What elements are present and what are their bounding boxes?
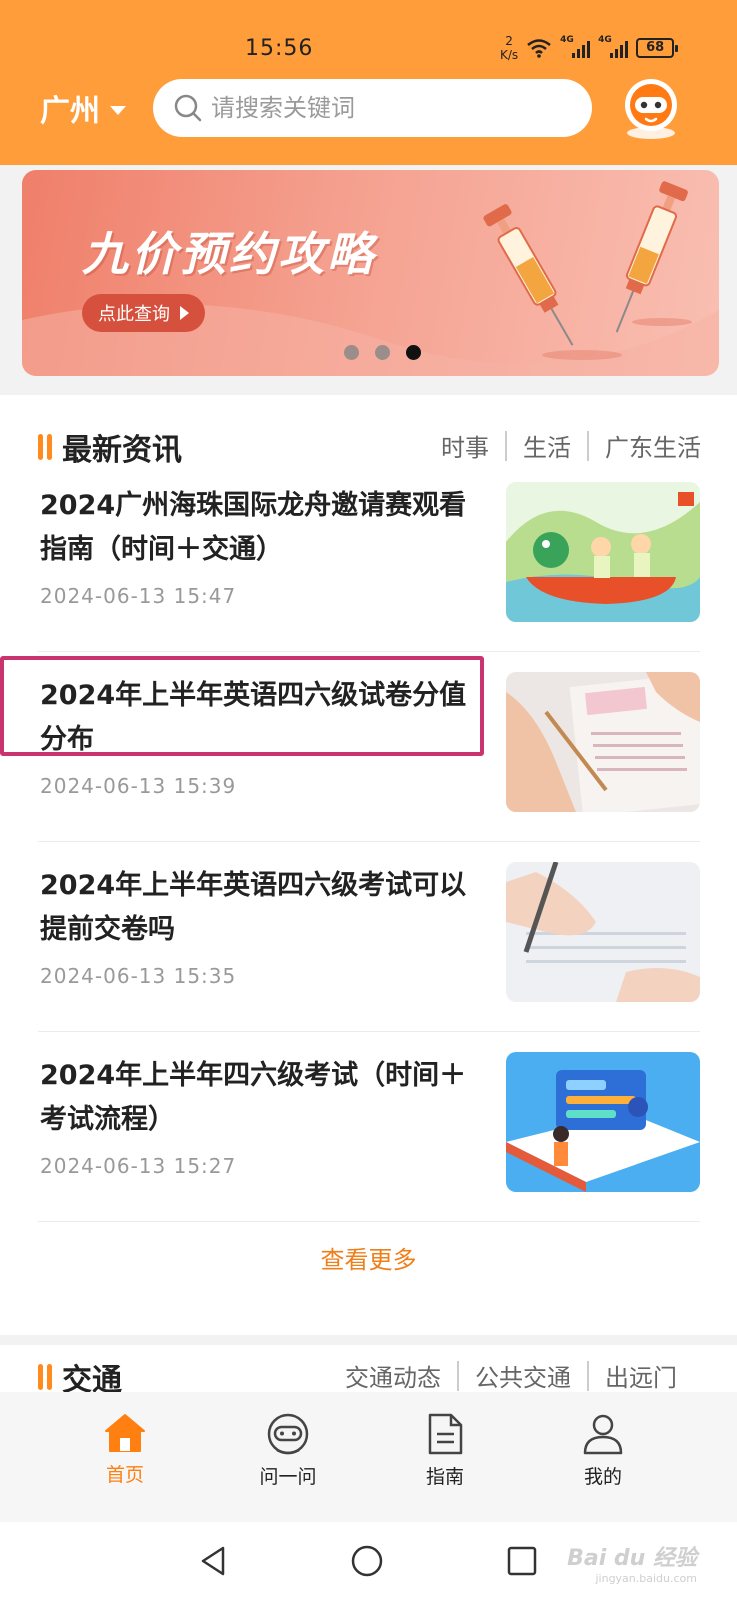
tab-guide[interactable]: 指南 (390, 1412, 500, 1489)
news-title: 2024年上半年四六级考试（时间＋考试流程） (40, 1060, 467, 1135)
tab-traffic-news[interactable]: 交通动态 (345, 1358, 441, 1393)
search-bar[interactable] (153, 79, 592, 137)
tab-life[interactable]: 生活 (523, 428, 571, 463)
promo-banner[interactable]: 九价预约攻略 点此查询 (22, 170, 719, 376)
home-icon (105, 1414, 145, 1452)
news-item[interactable]: 2024广州海珠国际龙舟邀请赛观看指南（时间＋交通） 2024-06-13 15… (38, 462, 700, 652)
news-tabs: 时事 生活 广东生活 (441, 428, 701, 463)
city-selector[interactable]: 广州 (40, 86, 126, 130)
tab-ask[interactable]: 问一问 (233, 1412, 343, 1489)
news-time: 2024-06-13 15:27 (40, 1154, 237, 1178)
news-time: 2024-06-13 15:39 (40, 774, 237, 798)
news-title: 2024年上半年英语四六级考试可以提前交卷吗 (40, 870, 467, 945)
battery-icon: 68 (636, 38, 679, 58)
writing-hand-image (506, 862, 700, 1002)
tab-divider (587, 430, 589, 461)
bottom-tab-bar: 首页 问一问 指南 我的 (0, 1392, 737, 1522)
status-time: 15:56 (245, 36, 314, 61)
tab-home[interactable]: 首页 (70, 1412, 180, 1487)
tab-public-transport[interactable]: 公共交通 (475, 1358, 571, 1393)
home-circle-icon[interactable] (350, 1544, 384, 1578)
search-input[interactable] (211, 94, 571, 122)
wifi-icon (527, 39, 551, 58)
recent-apps-icon[interactable] (505, 1544, 539, 1578)
news-item[interactable]: 2024年上半年英语四六级考试可以提前交卷吗 2024-06-13 15:35 (38, 842, 700, 1032)
study-illustration-image (506, 1052, 700, 1192)
tab-divider (505, 430, 507, 461)
back-icon[interactable] (196, 1544, 230, 1578)
tab-guangdong-life[interactable]: 广东生活 (605, 428, 701, 463)
news-title: 2024广州海珠国际龙舟邀请赛观看指南（时间＋交通） (40, 490, 467, 565)
carousel-dots (344, 345, 421, 360)
highlight-box (0, 656, 484, 756)
syringe-icon (483, 204, 574, 346)
status-bar: 15:56 2 K/s 4G 4G 68 (0, 0, 737, 75)
mascot-robot-icon[interactable] (620, 75, 682, 141)
city-label: 广州 (40, 94, 100, 129)
news-time: 2024-06-13 15:35 (40, 964, 237, 988)
robot-icon (267, 1413, 309, 1455)
section-bar-icon (38, 1364, 52, 1390)
system-navigation-bar: Bai du 经验 jingyan.baidu.com (0, 1522, 737, 1600)
status-indicators: 2 K/s 4G 4G 68 (500, 34, 679, 62)
tab-travel[interactable]: 出远门 (605, 1358, 677, 1393)
signal-icon-1: 4G (560, 35, 591, 58)
tab-current-affairs[interactable]: 时事 (441, 428, 489, 463)
tab-mine[interactable]: 我的 (548, 1412, 658, 1489)
carousel-dot[interactable] (375, 345, 390, 360)
user-icon (583, 1414, 623, 1455)
tab-divider (457, 1360, 459, 1391)
document-icon (428, 1413, 463, 1455)
news-time: 2024-06-13 15:47 (40, 584, 237, 608)
signal-icon-2: 4G (598, 35, 629, 58)
syringe-icon (615, 181, 688, 333)
watermark: Bai du 经验 jingyan.baidu.com (567, 1546, 697, 1585)
network-speed: 2 K/s (500, 34, 519, 62)
exam-paper-image (506, 672, 700, 812)
play-arrow-icon (180, 306, 189, 320)
traffic-tabs: 交通动态 公共交通 出远门 (345, 1358, 677, 1393)
tab-divider (587, 1360, 589, 1391)
carousel-dot[interactable] (344, 345, 359, 360)
dragon-boat-image (506, 482, 700, 622)
app-header: 15:56 2 K/s 4G 4G 68 广州 (0, 0, 737, 165)
news-item[interactable]: 2024年上半年四六级考试（时间＋考试流程） 2024-06-13 15:27 (38, 1032, 700, 1222)
section-bar-icon (38, 434, 52, 460)
caret-down-icon (110, 105, 126, 115)
search-icon (174, 94, 202, 122)
banner-query-button[interactable]: 点此查询 (82, 294, 205, 332)
view-more-button[interactable]: 查看更多 (0, 1240, 737, 1275)
banner-area: 九价预约攻略 点此查询 (0, 165, 737, 395)
latest-news-section: 最新资讯 时事 生活 广东生活 2024广州海珠国际龙舟邀请赛观看指南（时间＋交… (0, 395, 737, 1335)
carousel-dot-active[interactable] (406, 345, 421, 360)
banner-title: 九价预约攻略 (82, 227, 376, 281)
